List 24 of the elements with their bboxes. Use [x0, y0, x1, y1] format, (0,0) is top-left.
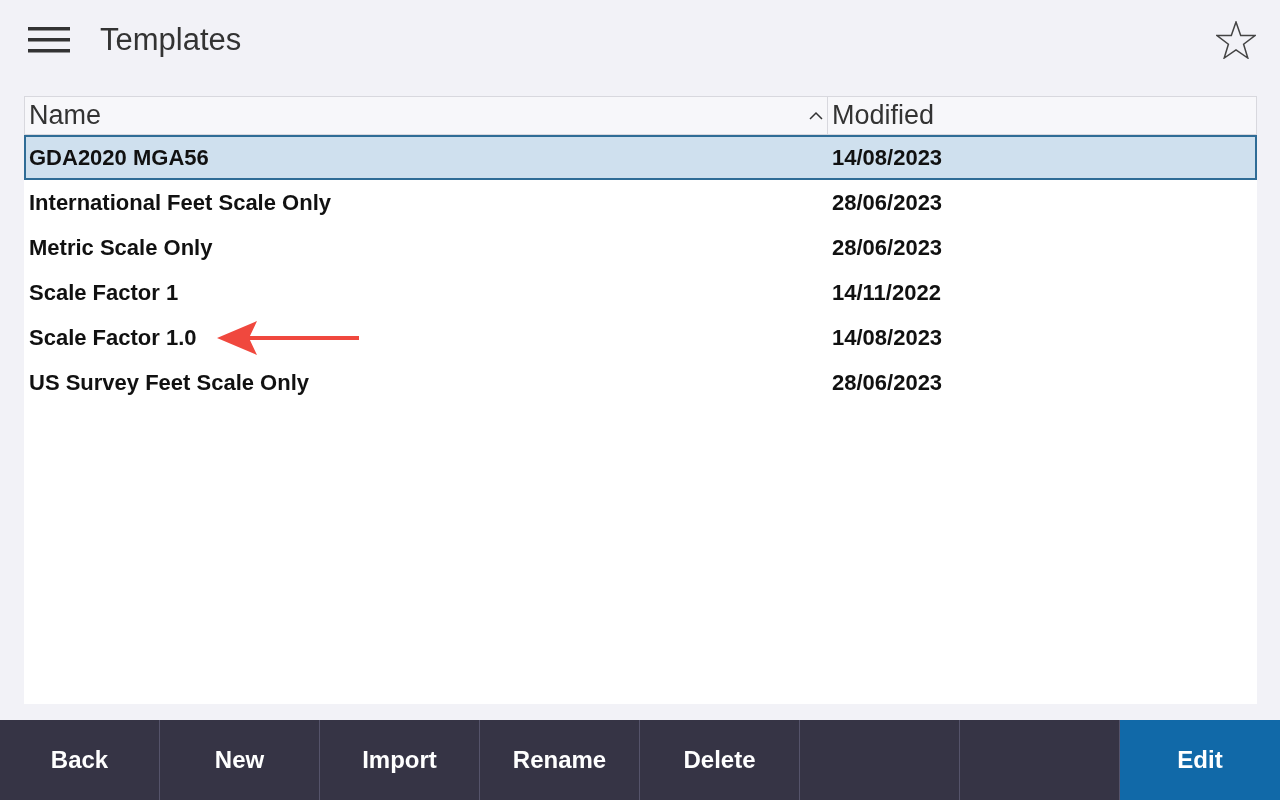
table-row[interactable]: Metric Scale Only 28/06/2023: [24, 225, 1257, 270]
table-cell: 14/08/2023: [832, 325, 943, 350]
table-cell: 28/06/2023: [832, 190, 943, 215]
table-row[interactable]: International Feet Scale Only 28/06/2023: [24, 180, 1257, 225]
column-header[interactable]: Modified: [828, 97, 1256, 134]
table-cell: 28/06/2023: [832, 370, 943, 395]
table-row[interactable]: Scale Factor 1.0 14/08/2023: [24, 315, 1257, 360]
table-cell: GDA2020 MGA56: [29, 145, 209, 170]
edit-button[interactable]: Edit: [1120, 720, 1280, 800]
table-row[interactable]: GDA2020 MGA56 14/08/2023: [24, 135, 1257, 180]
table-cell: Scale Factor 1: [29, 280, 179, 305]
table-cell: US Survey Feet Scale Only: [29, 370, 310, 395]
page-title: Templates: [100, 20, 242, 59]
table-cell: 28/06/2023: [832, 235, 943, 260]
table-cell: International Feet Scale Only: [29, 190, 331, 215]
table-row[interactable]: US Survey Feet Scale Only 28/06/2023: [24, 360, 1257, 405]
table-cell: 14/08/2023: [832, 145, 943, 170]
table-row[interactable]: Scale Factor 1 14/11/2022: [24, 270, 1257, 315]
table-cell: Metric Scale Only: [29, 235, 213, 260]
column-header[interactable]: Name: [25, 97, 828, 134]
star-icon[interactable]: [1216, 21, 1256, 59]
table-cell: 14/11/2022: [832, 280, 941, 305]
table-cell-text: Scale Factor 1.0: [29, 324, 197, 352]
menu-icon[interactable]: [28, 27, 70, 53]
